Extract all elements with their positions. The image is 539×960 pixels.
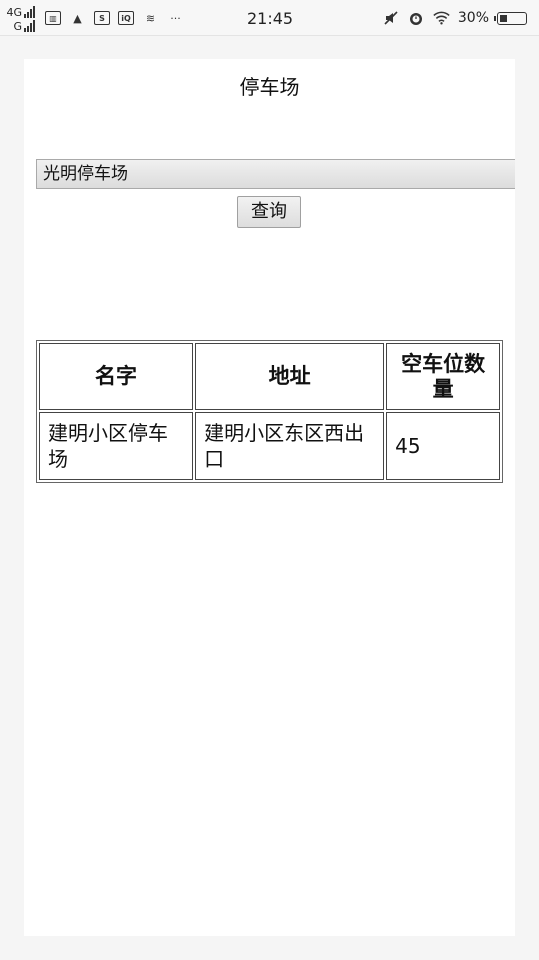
network-type-top: 4G — [6, 6, 22, 19]
sogou-app-icon: S — [94, 11, 110, 25]
status-bar: 4G G ▥ ▲ S iQ ≋ ··· 21:45 30% — [0, 0, 539, 36]
warning-icon: ▲ — [73, 11, 82, 25]
signal-bars-bottom-icon — [24, 20, 35, 32]
cell-address: 建明小区东区西出口 — [195, 412, 385, 480]
network-type-bottom: G — [13, 20, 22, 33]
cell-available-spaces: 45 — [386, 412, 500, 480]
results-table: 名字 地址 空车位数量 建明小区停车场 建明小区东区西出口 45 — [36, 340, 503, 483]
status-bar-left: 4G G ▥ ▲ S iQ ≋ ··· — [6, 0, 184, 36]
battery-icon — [494, 11, 527, 25]
parking-lot-select[interactable]: 光明停车场 — [36, 159, 515, 189]
alarm-icon — [408, 10, 425, 27]
iqiyi-app-icon: iQ — [118, 11, 134, 25]
header-available-spaces: 空车位数量 — [386, 343, 500, 410]
wifi-icon — [433, 10, 450, 27]
battery-percent: 30% — [457, 10, 489, 26]
clock: 21:45 — [247, 8, 294, 28]
status-bar-right: 30% — [383, 0, 527, 36]
cell-name: 建明小区停车场 — [39, 412, 194, 480]
page-title: 停车场 — [239, 75, 300, 99]
table-header-row: 名字 地址 空车位数量 — [39, 343, 500, 410]
query-button[interactable]: 查询 — [237, 196, 301, 228]
table-row: 建明小区停车场 建明小区东区西出口 45 — [39, 412, 500, 480]
main-page: 停车场 光明停车场 查询 名字 地址 空车位数量 建明小区停车场 建明小区东区西… — [24, 59, 515, 936]
header-address: 地址 — [195, 343, 385, 410]
data-sync-icon: ≋ — [145, 11, 156, 25]
signal-indicators: 4G G — [6, 4, 35, 32]
more-notifications: ··· — [170, 11, 181, 25]
header-name: 名字 — [39, 343, 194, 410]
signal-bars-top-icon — [24, 6, 35, 18]
sim-card-icon: ▥ — [45, 11, 61, 25]
mute-icon — [383, 10, 400, 27]
